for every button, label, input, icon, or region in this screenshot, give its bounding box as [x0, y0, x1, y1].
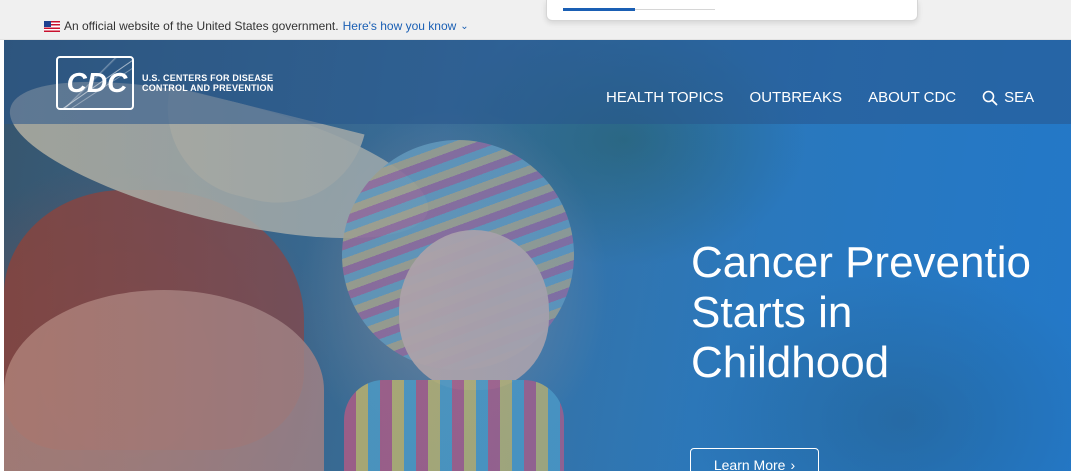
- search-icon: [982, 90, 998, 105]
- search-popup: [546, 0, 918, 21]
- us-flag-icon: [44, 20, 60, 32]
- hero-headline: Cancer Preventio Starts in Childhood: [691, 238, 1071, 388]
- search-label: SEA: [1004, 89, 1035, 106]
- cdc-logo-mark: CDC: [56, 56, 134, 110]
- search-button[interactable]: SEA: [982, 89, 1034, 106]
- learn-more-button[interactable]: Learn More ›: [690, 448, 819, 471]
- nav-outbreaks[interactable]: OUTBREAKS: [750, 89, 843, 106]
- cdc-logo[interactable]: CDC U.S. CENTERS FOR DISEASE CONTROL AND…: [56, 56, 273, 110]
- main-nav: HEALTH TOPICS OUTBREAKS ABOUT CDC SEA: [606, 89, 1034, 106]
- chevron-down-icon[interactable]: ⌄: [460, 21, 468, 32]
- gov-banner-text: An official website of the United States…: [64, 19, 339, 33]
- logo-line-1: U.S. CENTERS FOR DISEASE: [142, 73, 274, 83]
- nav-about-cdc[interactable]: ABOUT CDC: [868, 89, 956, 106]
- popup-tab[interactable]: [635, 9, 715, 10]
- learn-more-label: Learn More: [713, 457, 786, 471]
- popup-tab-active[interactable]: [563, 8, 635, 11]
- chevron-right-icon: ›: [790, 457, 796, 471]
- cdc-logo-text: U.S. CENTERS FOR DISEASE CONTROL AND PRE…: [142, 73, 273, 93]
- logo-line-2: CONTROL AND PREVENTION: [142, 83, 274, 93]
- cdc-logo-icon: CDC: [62, 60, 132, 108]
- heres-how-you-know-link[interactable]: Here's how you know: [343, 19, 457, 33]
- gov-banner-content: An official website of the United States…: [44, 18, 469, 34]
- headline-line-3: Childhood: [691, 338, 890, 387]
- nav-health-topics[interactable]: HEALTH TOPICS: [606, 89, 724, 106]
- headline-line-2: Starts in: [691, 288, 853, 337]
- headline-line-1: Cancer Preventio: [691, 238, 1031, 287]
- svg-text:CDC: CDC: [67, 67, 128, 98]
